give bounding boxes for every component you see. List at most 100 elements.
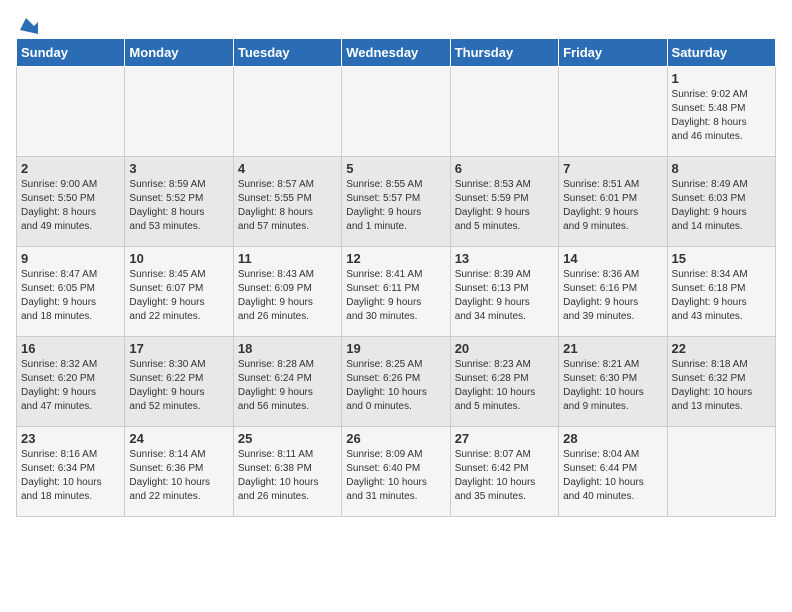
day-detail: Sunrise: 8:23 AM Sunset: 6:28 PM Dayligh… xyxy=(455,358,554,414)
day-number: 9 xyxy=(21,251,120,266)
calendar-cell-w1d5: 7 Sunrise: 8:51 AM Sunset: 6:01 PM Daylig… xyxy=(559,157,667,247)
day-detail: Sunrise: 8:11 AM Sunset: 6:38 PM Dayligh… xyxy=(238,448,337,504)
day-detail: Sunrise: 8:45 AM Sunset: 6:07 PM Dayligh… xyxy=(129,268,228,324)
weekday-header-sunday: Sunday xyxy=(17,39,125,67)
calendar-cell-w2d2: 11 Sunrise: 8:43 AM Sunset: 6:09 PM Dayli… xyxy=(233,247,341,337)
day-detail: Sunrise: 8:57 AM Sunset: 5:55 PM Dayligh… xyxy=(238,178,337,234)
day-detail: Sunrise: 8:09 AM Sunset: 6:40 PM Dayligh… xyxy=(346,448,445,504)
calendar-cell-w2d1: 10 Sunrise: 8:45 AM Sunset: 6:07 PM Dayli… xyxy=(125,247,233,337)
calendar-cell-w2d3: 12 Sunrise: 8:41 AM Sunset: 6:11 PM Dayli… xyxy=(342,247,450,337)
day-number: 23 xyxy=(21,431,120,446)
day-detail: Sunrise: 8:39 AM Sunset: 6:13 PM Dayligh… xyxy=(455,268,554,324)
day-detail: Sunrise: 8:21 AM Sunset: 6:30 PM Dayligh… xyxy=(563,358,662,414)
day-number: 27 xyxy=(455,431,554,446)
day-detail: Sunrise: 8:43 AM Sunset: 6:09 PM Dayligh… xyxy=(238,268,337,324)
calendar-cell-w4d4: 27 Sunrise: 8:07 AM Sunset: 6:42 PM Dayli… xyxy=(450,427,558,517)
day-number: 14 xyxy=(563,251,662,266)
calendar-cell-w0d0 xyxy=(17,67,125,157)
weekday-header-friday: Friday xyxy=(559,39,667,67)
calendar-cell-w0d5 xyxy=(559,67,667,157)
day-number: 19 xyxy=(346,341,445,356)
calendar-cell-w0d4 xyxy=(450,67,558,157)
calendar-cell-w0d2 xyxy=(233,67,341,157)
calendar-cell-w1d0: 2 Sunrise: 9:00 AM Sunset: 5:50 PM Daylig… xyxy=(17,157,125,247)
logo-icon xyxy=(16,16,38,34)
calendar-cell-w4d1: 24 Sunrise: 8:14 AM Sunset: 6:36 PM Dayli… xyxy=(125,427,233,517)
calendar-cell-w2d5: 14 Sunrise: 8:36 AM Sunset: 6:16 PM Dayli… xyxy=(559,247,667,337)
day-number: 28 xyxy=(563,431,662,446)
calendar-cell-w3d5: 21 Sunrise: 8:21 AM Sunset: 6:30 PM Dayli… xyxy=(559,337,667,427)
day-number: 21 xyxy=(563,341,662,356)
day-number: 1 xyxy=(672,71,771,86)
day-number: 16 xyxy=(21,341,120,356)
calendar-cell-w0d3 xyxy=(342,67,450,157)
calendar-cell-w3d0: 16 Sunrise: 8:32 AM Sunset: 6:20 PM Dayli… xyxy=(17,337,125,427)
calendar-cell-w1d6: 8 Sunrise: 8:49 AM Sunset: 6:03 PM Daylig… xyxy=(667,157,775,247)
day-detail: Sunrise: 8:36 AM Sunset: 6:16 PM Dayligh… xyxy=(563,268,662,324)
day-detail: Sunrise: 8:55 AM Sunset: 5:57 PM Dayligh… xyxy=(346,178,445,234)
day-number: 8 xyxy=(672,161,771,176)
calendar-cell-w3d3: 19 Sunrise: 8:25 AM Sunset: 6:26 PM Dayli… xyxy=(342,337,450,427)
calendar-cell-w4d5: 28 Sunrise: 8:04 AM Sunset: 6:44 PM Dayli… xyxy=(559,427,667,517)
day-number: 5 xyxy=(346,161,445,176)
day-detail: Sunrise: 8:34 AM Sunset: 6:18 PM Dayligh… xyxy=(672,268,771,324)
day-number: 4 xyxy=(238,161,337,176)
calendar-cell-w3d6: 22Sunrise: 8:18 AM Sunset: 6:32 PM Dayli… xyxy=(667,337,775,427)
calendar-cell-w3d2: 18 Sunrise: 8:28 AM Sunset: 6:24 PM Dayli… xyxy=(233,337,341,427)
calendar-cell-w0d1 xyxy=(125,67,233,157)
logo xyxy=(16,16,38,30)
day-detail: Sunrise: 8:41 AM Sunset: 6:11 PM Dayligh… xyxy=(346,268,445,324)
day-number: 25 xyxy=(238,431,337,446)
day-number: 18 xyxy=(238,341,337,356)
day-detail: Sunrise: 8:28 AM Sunset: 6:24 PM Dayligh… xyxy=(238,358,337,414)
calendar-cell-w1d1: 3 Sunrise: 8:59 AM Sunset: 5:52 PM Daylig… xyxy=(125,157,233,247)
day-number: 6 xyxy=(455,161,554,176)
day-number: 15 xyxy=(672,251,771,266)
day-number: 20 xyxy=(455,341,554,356)
calendar-cell-w0d6: 1 Sunrise: 9:02 AM Sunset: 5:48 PM Daylig… xyxy=(667,67,775,157)
day-detail: Sunrise: 8:25 AM Sunset: 6:26 PM Dayligh… xyxy=(346,358,445,414)
weekday-header-tuesday: Tuesday xyxy=(233,39,341,67)
day-detail: Sunrise: 8:14 AM Sunset: 6:36 PM Dayligh… xyxy=(129,448,228,504)
day-detail: Sunrise: 8:04 AM Sunset: 6:44 PM Dayligh… xyxy=(563,448,662,504)
day-number: 3 xyxy=(129,161,228,176)
calendar-cell-w1d3: 5 Sunrise: 8:55 AM Sunset: 5:57 PM Daylig… xyxy=(342,157,450,247)
day-number: 24 xyxy=(129,431,228,446)
day-detail: Sunrise: 8:32 AM Sunset: 6:20 PM Dayligh… xyxy=(21,358,120,414)
header xyxy=(16,16,776,30)
calendar-cell-w4d2: 25 Sunrise: 8:11 AM Sunset: 6:38 PM Dayli… xyxy=(233,427,341,517)
day-detail: Sunrise: 9:02 AM Sunset: 5:48 PM Dayligh… xyxy=(672,88,771,144)
day-number: 2 xyxy=(21,161,120,176)
day-detail: Sunrise: 8:30 AM Sunset: 6:22 PM Dayligh… xyxy=(129,358,228,414)
calendar-cell-w2d6: 15 Sunrise: 8:34 AM Sunset: 6:18 PM Dayli… xyxy=(667,247,775,337)
day-number: 26 xyxy=(346,431,445,446)
day-number: 7 xyxy=(563,161,662,176)
calendar-cell-w3d4: 20 Sunrise: 8:23 AM Sunset: 6:28 PM Dayli… xyxy=(450,337,558,427)
day-number: 11 xyxy=(238,251,337,266)
day-detail: Sunrise: 8:49 AM Sunset: 6:03 PM Dayligh… xyxy=(672,178,771,234)
day-detail: Sunrise: 8:51 AM Sunset: 6:01 PM Dayligh… xyxy=(563,178,662,234)
calendar-cell-w4d0: 23 Sunrise: 8:16 AM Sunset: 6:34 PM Dayli… xyxy=(17,427,125,517)
day-detail: Sunrise: 8:07 AM Sunset: 6:42 PM Dayligh… xyxy=(455,448,554,504)
day-detail: Sunrise: 9:00 AM Sunset: 5:50 PM Dayligh… xyxy=(21,178,120,234)
day-number: 13 xyxy=(455,251,554,266)
weekday-header-saturday: Saturday xyxy=(667,39,775,67)
day-detail: Sunrise: 8:59 AM Sunset: 5:52 PM Dayligh… xyxy=(129,178,228,234)
calendar-cell-w4d6 xyxy=(667,427,775,517)
calendar-cell-w2d0: 9 Sunrise: 8:47 AM Sunset: 6:05 PM Daylig… xyxy=(17,247,125,337)
calendar-cell-w1d2: 4 Sunrise: 8:57 AM Sunset: 5:55 PM Daylig… xyxy=(233,157,341,247)
day-number: 12 xyxy=(346,251,445,266)
calendar-cell-w1d4: 6 Sunrise: 8:53 AM Sunset: 5:59 PM Daylig… xyxy=(450,157,558,247)
day-number: 17 xyxy=(129,341,228,356)
day-number: 10 xyxy=(129,251,228,266)
weekday-header-wednesday: Wednesday xyxy=(342,39,450,67)
weekday-header-monday: Monday xyxy=(125,39,233,67)
calendar-cell-w3d1: 17 Sunrise: 8:30 AM Sunset: 6:22 PM Dayli… xyxy=(125,337,233,427)
day-detail: Sunrise: 8:47 AM Sunset: 6:05 PM Dayligh… xyxy=(21,268,120,324)
day-detail: Sunrise: 8:53 AM Sunset: 5:59 PM Dayligh… xyxy=(455,178,554,234)
calendar-cell-w4d3: 26 Sunrise: 8:09 AM Sunset: 6:40 PM Dayli… xyxy=(342,427,450,517)
calendar-table: SundayMondayTuesdayWednesdayThursdayFrid… xyxy=(16,38,776,517)
weekday-header-thursday: Thursday xyxy=(450,39,558,67)
calendar-cell-w2d4: 13 Sunrise: 8:39 AM Sunset: 6:13 PM Dayli… xyxy=(450,247,558,337)
day-detail: Sunrise: 8:16 AM Sunset: 6:34 PM Dayligh… xyxy=(21,448,120,504)
